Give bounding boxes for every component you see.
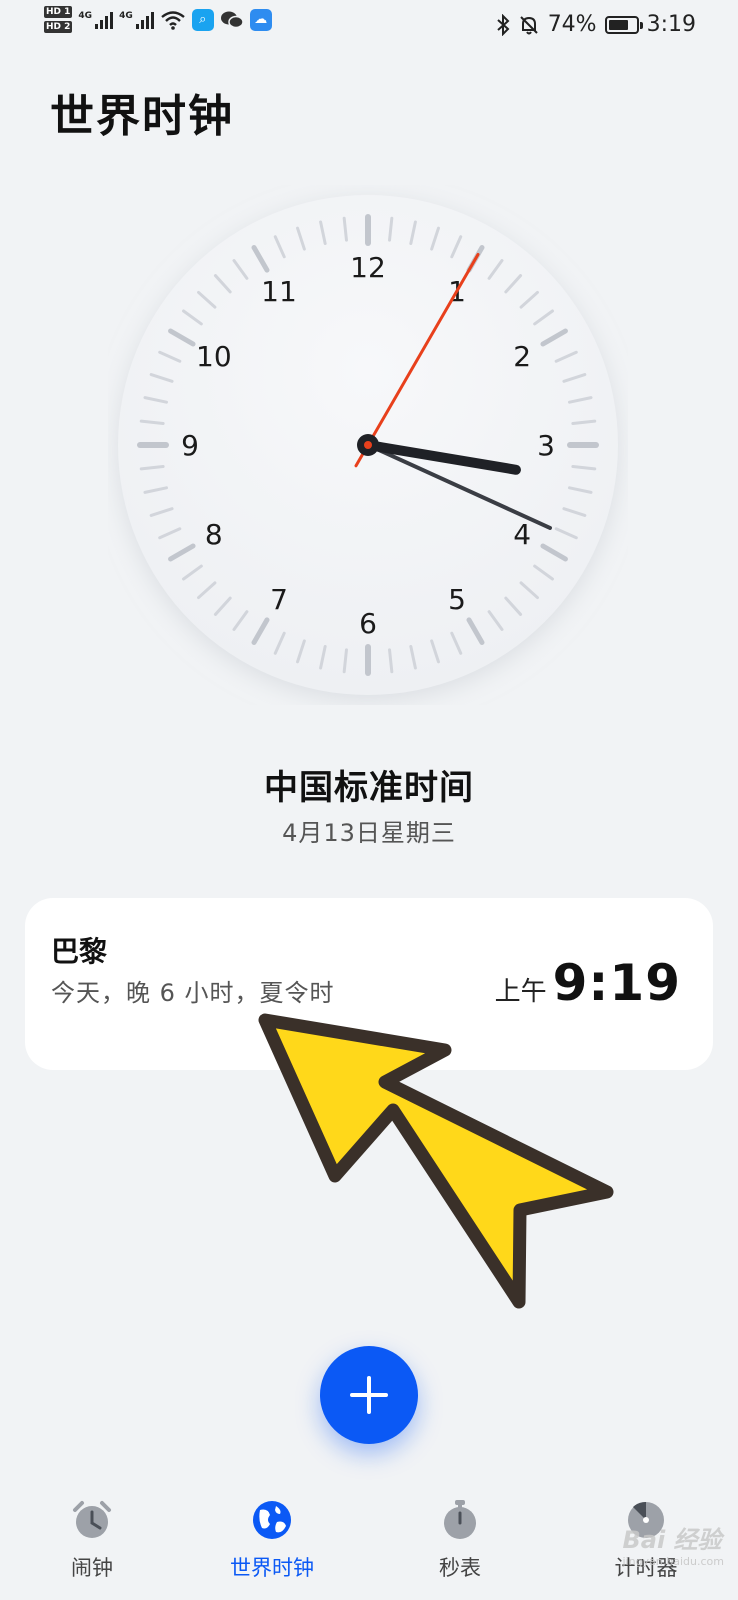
city-time-difference: 今天，晚 6 小时，夏令时 (51, 979, 335, 1007)
network1-label: 4G (78, 10, 93, 21)
battery-icon (604, 15, 643, 34)
city-clock-value: 9:19 (552, 954, 681, 1012)
signal-icon: 4G (78, 10, 114, 29)
watermark-text: Bai 经验 (622, 1526, 722, 1554)
clock-number: 11 (261, 275, 297, 308)
clock-number: 8 (205, 518, 223, 551)
cloud-icon: ☁ (249, 8, 272, 31)
clock-center-dot (364, 441, 372, 449)
tab-label: 闹钟 (71, 1556, 113, 1580)
tab-alarm[interactable]: 闹钟 (17, 1498, 167, 1582)
tab-stopwatch[interactable]: 秒表 (385, 1498, 535, 1582)
page-title: 世界时钟 (50, 91, 234, 142)
clock-number: 2 (513, 340, 531, 373)
sim1-indicator: HD 1 (44, 6, 73, 18)
sim2-indicator: HD 2 (44, 21, 73, 33)
network2-label: 4G (119, 10, 133, 21)
clock-number: 7 (270, 583, 288, 616)
stopwatch-icon (444, 1500, 476, 1539)
watermark-subtext: jingyan.baidu.com (622, 1555, 724, 1568)
home-timezone-name: 中国标准时间 (264, 768, 474, 808)
status-left: HD 1 HD 2 4G 4G ⌕ ☁ (44, 6, 272, 33)
watermark: Bai 经验 jingyan.baidu.com (622, 1520, 724, 1568)
clock-face: 121234567891011 (118, 195, 618, 695)
clock-number: 3 (537, 429, 555, 462)
search-app-icon: ⌕ (191, 8, 214, 31)
tab-label: 秒表 (439, 1556, 481, 1580)
wifi-icon (160, 10, 185, 30)
status-time: 3:19 (646, 12, 696, 37)
status-right: 74% 3:19 (496, 12, 696, 37)
tab-label: 世界时钟 (230, 1556, 314, 1580)
wechat-icon (220, 11, 244, 28)
clock-number: 4 (513, 518, 531, 551)
clock-number: 6 (359, 607, 377, 640)
annotation-arrow-icon (258, 1013, 614, 1309)
sim-indicators: HD 1 HD 2 (44, 6, 73, 33)
clock-number: 10 (196, 340, 232, 373)
plus-icon (350, 1376, 388, 1414)
city-ampm: 上午 (494, 977, 547, 1007)
mute-icon (519, 15, 538, 34)
city-time: 上午 9:19 (495, 954, 681, 1012)
tab-world-clock[interactable]: 世界时钟 (197, 1498, 347, 1582)
battery-percent: 74% (547, 12, 597, 37)
alarm-clock-icon (73, 1501, 111, 1538)
analog-clock: 121234567891011 (108, 185, 628, 705)
add-city-button[interactable] (320, 1346, 418, 1444)
signal-icon: 4G (119, 11, 154, 29)
clock-number: 9 (181, 429, 199, 462)
clock-number: 5 (448, 583, 466, 616)
home-timezone-date: 4月13日星期三 (282, 819, 456, 847)
globe-icon (253, 1501, 291, 1539)
bluetooth-icon (497, 13, 510, 36)
city-name: 巴黎 (51, 935, 108, 968)
status-bar: HD 1 HD 2 4G 4G ⌕ ☁ 74% 3:19 (0, 0, 738, 50)
clock-number: 12 (350, 251, 386, 284)
